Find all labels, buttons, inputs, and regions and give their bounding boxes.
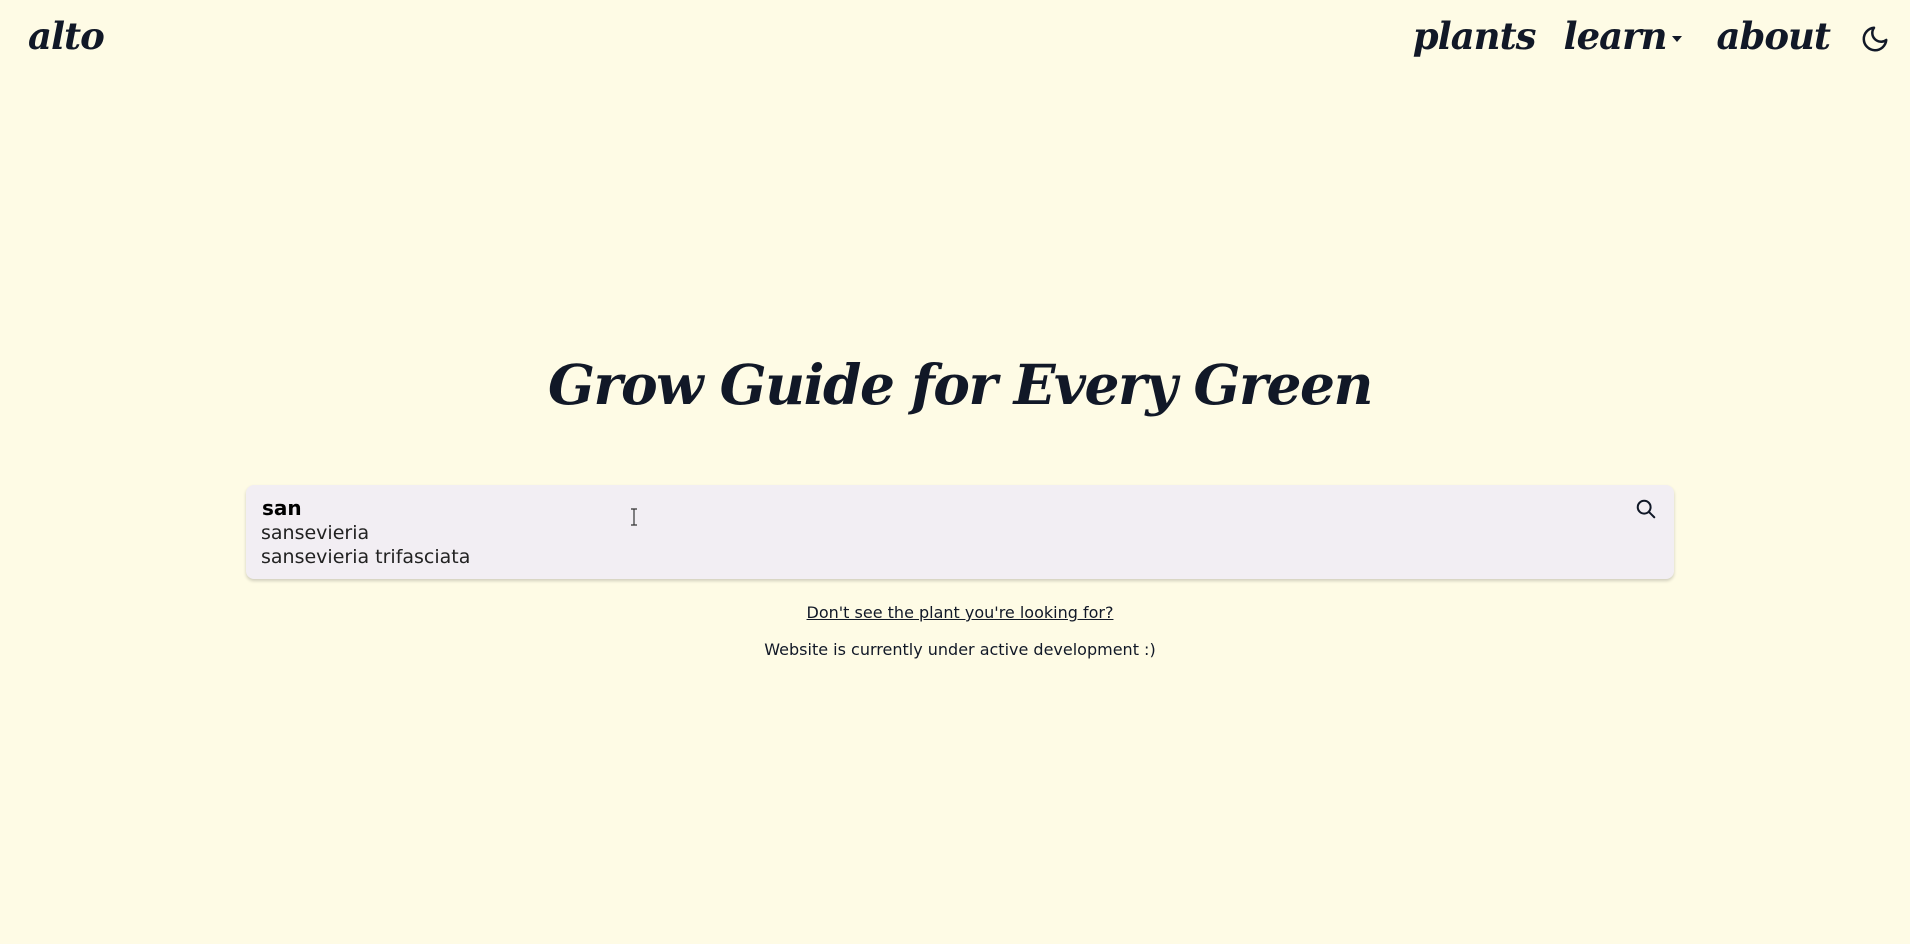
dev-note: Website is currently under active develo… bbox=[764, 640, 1156, 659]
theme-toggle-button[interactable] bbox=[1858, 22, 1892, 56]
suggestion-item[interactable]: sansevieria bbox=[261, 521, 470, 545]
nav-learn-dropdown[interactable]: learn bbox=[1564, 14, 1683, 58]
site-header: alto plants learn about bbox=[0, 0, 1910, 80]
search-input[interactable] bbox=[262, 495, 1562, 521]
main-nav: plants learn about bbox=[1413, 14, 1831, 58]
logo-link[interactable]: alto bbox=[28, 14, 105, 58]
suggestion-item[interactable]: sansevieria trifasciata bbox=[261, 545, 470, 569]
caret-down-icon bbox=[1672, 36, 1683, 42]
moon-icon bbox=[1862, 26, 1888, 52]
suggestion-list: sansevieria sansevieria trifasciata bbox=[261, 521, 470, 569]
nav-about-link[interactable]: about bbox=[1716, 14, 1831, 58]
nav-learn-label: learn bbox=[1563, 14, 1668, 58]
hero-title: Grow Guide for Every Green bbox=[548, 352, 1373, 417]
search-button[interactable] bbox=[1632, 495, 1660, 523]
search-icon bbox=[1636, 499, 1656, 519]
nav-plants-link[interactable]: plants bbox=[1413, 14, 1537, 58]
search-box: sansevieria sansevieria trifasciata bbox=[246, 485, 1674, 579]
missing-plant-link[interactable]: Don't see the plant you're looking for? bbox=[807, 603, 1114, 622]
text-cursor-icon bbox=[631, 508, 637, 526]
missing-plant-container: Don't see the plant you're looking for? bbox=[0, 603, 1910, 622]
